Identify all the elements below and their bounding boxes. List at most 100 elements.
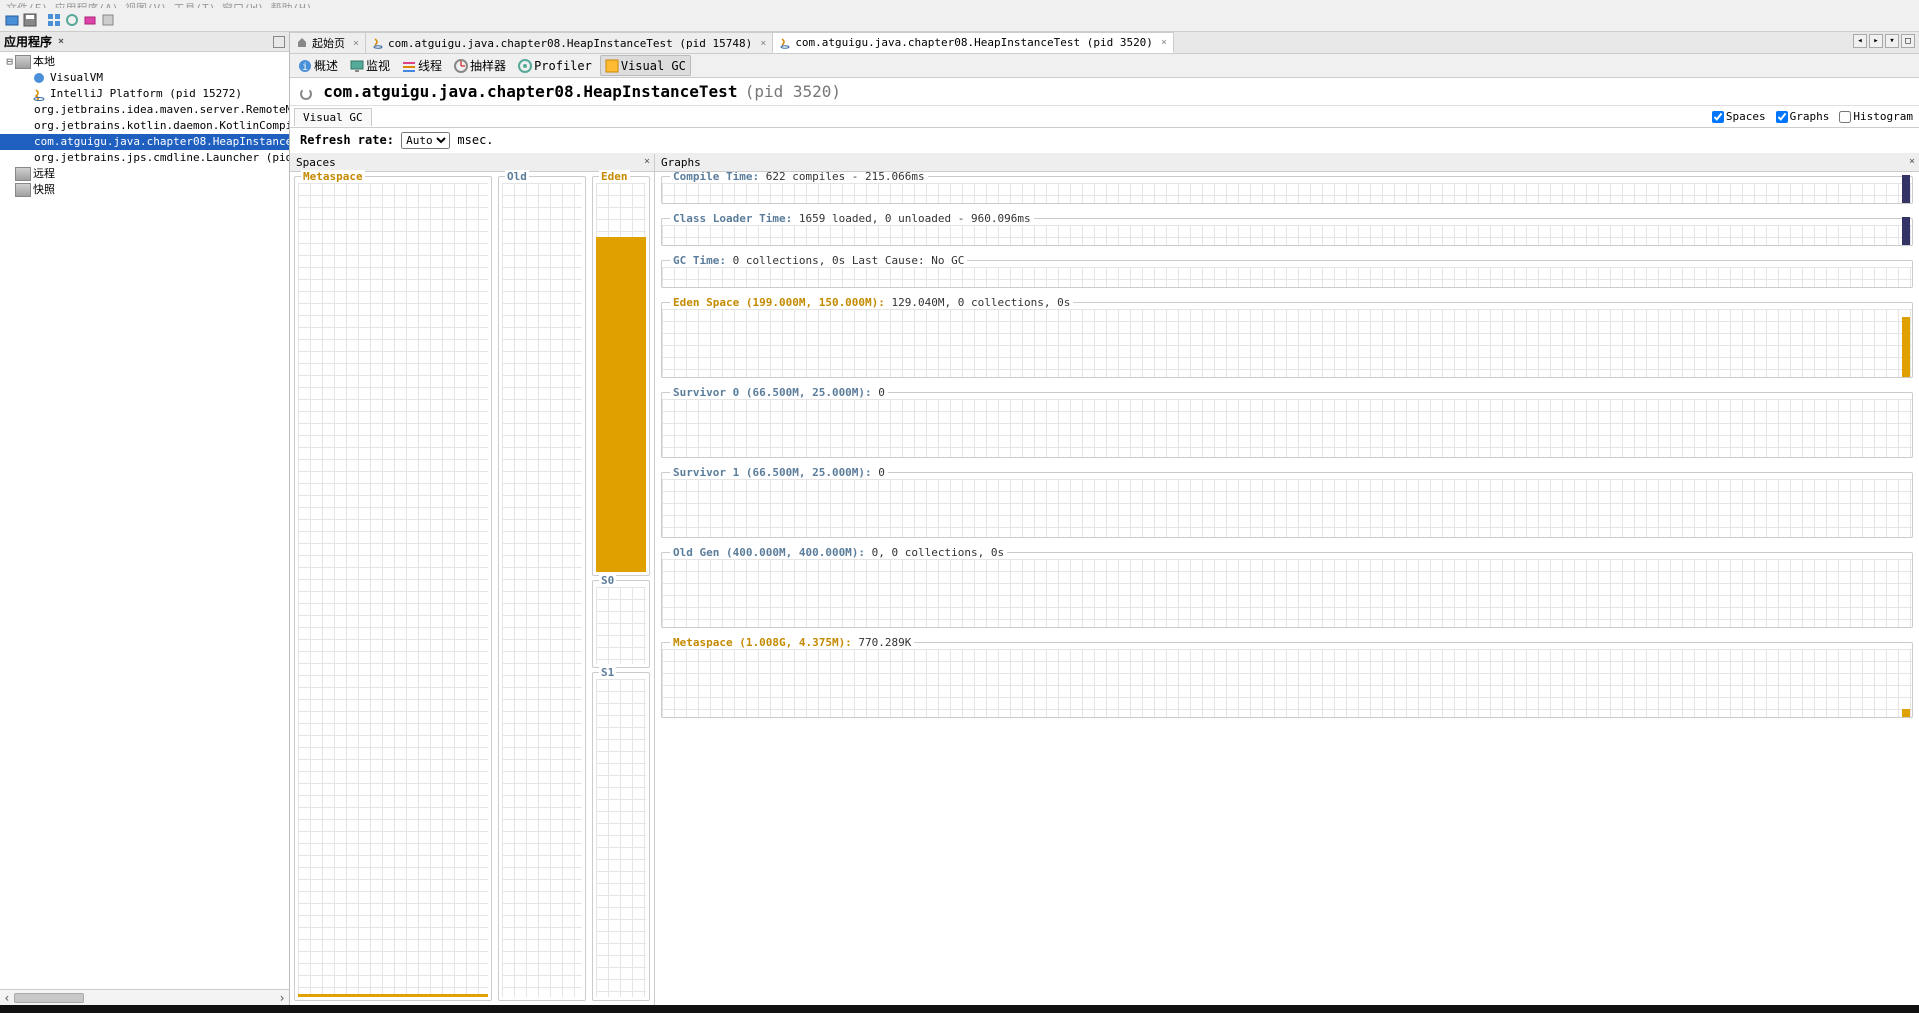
- tab-prev-icon[interactable]: ◂: [1853, 34, 1867, 48]
- tree-item[interactable]: VisualVM: [0, 70, 289, 86]
- tb-snapshot-icon[interactable]: [82, 12, 98, 28]
- graph-box: GC Time: 0 collections, 0s Last Cause: N…: [661, 260, 1913, 288]
- sidebar-minimize-icon[interactable]: [273, 36, 285, 48]
- main-toolbar: [0, 8, 1919, 32]
- tree-item-label: org.jetbrains.jps.cmdline.Launcher (pid …: [34, 150, 289, 166]
- refresh-label: Refresh rate:: [300, 133, 394, 147]
- tb-remote-icon[interactable]: [64, 12, 80, 28]
- tab-next-icon[interactable]: ▸: [1869, 34, 1883, 48]
- java-icon: [372, 37, 384, 49]
- scroll-thumb[interactable]: [14, 993, 84, 1003]
- graph-box: Eden Space (199.000M, 150.000M): 129.040…: [661, 302, 1913, 378]
- space-eden: Eden: [592, 176, 650, 576]
- checkbox-graphs[interactable]: Graphs: [1776, 110, 1830, 123]
- close-icon[interactable]: ×: [1161, 37, 1167, 48]
- tb-save-icon[interactable]: [22, 12, 38, 28]
- java-icon: [779, 37, 791, 49]
- tab[interactable]: com.atguigu.java.chapter08.HeapInstanceT…: [773, 32, 1174, 53]
- sidebar-title: 应用程序: [4, 33, 52, 50]
- process-name: com.atguigu.java.chapter08.HeapInstanceT…: [323, 82, 737, 101]
- graph-legend: Eden Space (199.000M, 150.000M): 129.040…: [670, 296, 1073, 309]
- graph-bar: [1902, 709, 1910, 717]
- view-sampler-button[interactable]: 抽样器: [450, 55, 510, 76]
- scroll-right-icon[interactable]: ›: [275, 991, 289, 1005]
- view-monitor-button[interactable]: 监视: [346, 55, 394, 76]
- home-icon: [296, 37, 308, 49]
- close-icon[interactable]: ×: [760, 38, 766, 49]
- profiler-icon: [518, 59, 532, 73]
- metaspace-label: Metaspace: [301, 170, 365, 183]
- java-icon: [32, 87, 48, 101]
- view-info-button[interactable]: i 概述: [294, 55, 342, 76]
- host-icon: [15, 55, 31, 69]
- tab-label: 起始页: [312, 35, 345, 51]
- eden-label: Eden: [599, 170, 630, 183]
- view-label: 监视: [366, 57, 390, 74]
- tree-node-remote[interactable]: 远程: [0, 166, 289, 182]
- sidebar-tab-close-icon[interactable]: ×: [58, 36, 64, 47]
- tab-max-icon[interactable]: □: [1901, 34, 1915, 48]
- tab-list-icon[interactable]: ▾: [1885, 34, 1899, 48]
- tree-item[interactable]: com.atguigu.java.chapter08.HeapInstanceT…: [0, 134, 289, 150]
- graph-box: Survivor 1 (66.500M, 25.000M): 0: [661, 472, 1913, 538]
- tab[interactable]: com.atguigu.java.chapter08.HeapInstanceT…: [366, 32, 773, 53]
- graph-box: Old Gen (400.000M, 400.000M): 0, 0 colle…: [661, 552, 1913, 628]
- visual-gc-tab-row: Visual GC Spaces Graphs Histogram: [290, 106, 1919, 128]
- refresh-rate-select[interactable]: Auto: [401, 132, 450, 149]
- tree-item[interactable]: org.jetbrains.idea.maven.server.RemoteMa…: [0, 102, 289, 118]
- tree-node-local[interactable]: ⊟ 本地: [0, 54, 289, 70]
- graph-bar: [1902, 317, 1910, 377]
- view-profiler-button[interactable]: Profiler: [514, 55, 596, 76]
- sidebar-hscrollbar[interactable]: ‹ ›: [0, 989, 289, 1005]
- close-icon[interactable]: ×: [353, 38, 359, 49]
- application-tree: ⊟ 本地 VisualVMIntelliJ Platform (pid 1527…: [0, 52, 289, 989]
- graph-legend: Class Loader Time: 1659 loaded, 0 unload…: [670, 212, 1034, 225]
- tab-label: com.atguigu.java.chapter08.HeapInstanceT…: [795, 36, 1153, 49]
- s1-label: S1: [599, 666, 616, 679]
- tb-open-icon[interactable]: [4, 12, 20, 28]
- visualgc-icon: [605, 59, 619, 73]
- tree-item-label: VisualVM: [50, 70, 103, 86]
- graph-bar: [1902, 217, 1910, 245]
- refresh-unit: msec.: [457, 133, 493, 147]
- tab[interactable]: 起始页 ×: [290, 32, 366, 53]
- sampler-icon: [454, 59, 468, 73]
- close-icon[interactable]: ×: [1909, 156, 1915, 167]
- tabs-bar: 起始页 × com.atguigu.java.chapter08.HeapInsta…: [290, 32, 1919, 54]
- tab-label: com.atguigu.java.chapter08.HeapInstanceT…: [388, 37, 752, 50]
- view-label: 线程: [418, 57, 442, 74]
- tree-item-label: org.jetbrains.idea.maven.server.RemoteMa…: [34, 102, 289, 118]
- sidebar: 应用程序 × ⊟ 本地 VisualVMIntelliJ Platform (p…: [0, 32, 290, 1005]
- collapse-icon[interactable]: ⊟: [4, 54, 15, 70]
- old-label: Old: [505, 170, 529, 183]
- graphs-panel: Graphs × Compile Time: 622 compiles - 21…: [655, 154, 1919, 1005]
- tree-item[interactable]: org.jetbrains.kotlin.daemon.KotlinCompil…: [0, 118, 289, 134]
- space-metaspace: Metaspace: [294, 176, 492, 1001]
- graph-box: Class Loader Time: 1659 loaded, 0 unload…: [661, 218, 1913, 246]
- checkbox-spaces[interactable]: Spaces: [1712, 110, 1766, 123]
- process-view-toolbar: i 概述 监视 线程 抽样器 ProfilerVisual GC: [290, 54, 1919, 78]
- close-icon[interactable]: ×: [644, 156, 650, 167]
- taskbar: [0, 1005, 1919, 1013]
- graph-bar: [1902, 175, 1910, 203]
- view-label: 概述: [314, 57, 338, 74]
- tree-item[interactable]: org.jetbrains.jps.cmdline.Launcher (pid …: [0, 150, 289, 166]
- checkbox-histogram[interactable]: Histogram: [1839, 110, 1913, 123]
- tree-item[interactable]: IntelliJ Platform (pid 15272): [0, 86, 289, 102]
- tree-item-label: IntelliJ Platform (pid 15272): [50, 86, 242, 102]
- graph-box: Survivor 0 (66.500M, 25.000M): 0: [661, 392, 1913, 458]
- subtab-visual-gc[interactable]: Visual GC: [294, 108, 372, 126]
- view-visualgc-button[interactable]: Visual GC: [600, 55, 691, 76]
- svg-text:i: i: [302, 62, 308, 73]
- graph-box: Metaspace (1.008G, 4.375M): 770.289K: [661, 642, 1913, 718]
- snapshot-icon: [15, 183, 31, 197]
- tree-node-snapshot[interactable]: 快照: [0, 182, 289, 198]
- tb-apps-icon[interactable]: [46, 12, 62, 28]
- tab-nav: ◂ ▸ ▾ □: [1853, 34, 1915, 48]
- space-s0: S0: [592, 580, 650, 668]
- s0-label: S0: [599, 574, 616, 587]
- view-label: 抽样器: [470, 57, 506, 74]
- tb-settings-icon[interactable]: [100, 12, 116, 28]
- view-threads-button[interactable]: 线程: [398, 55, 446, 76]
- scroll-left-icon[interactable]: ‹: [0, 991, 14, 1005]
